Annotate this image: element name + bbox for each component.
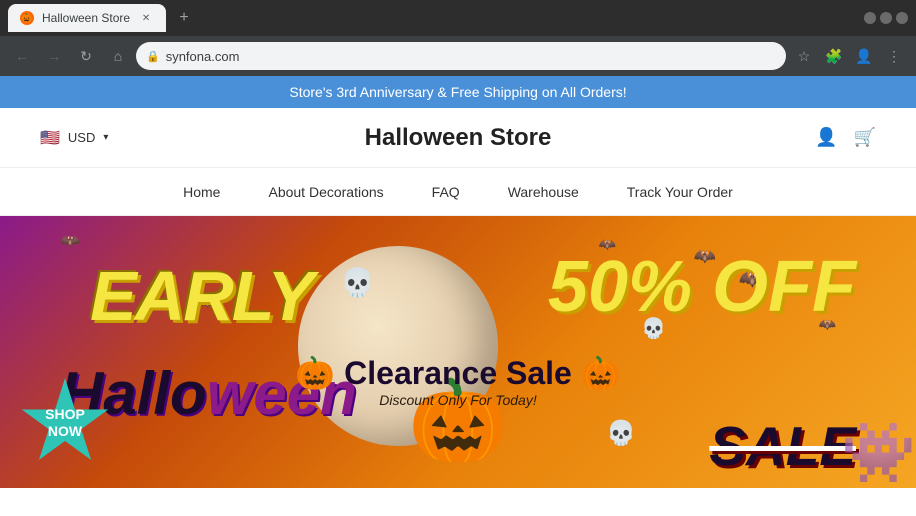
shop-now-text: SHOPNOW [45, 406, 85, 440]
early-text: EARLY [90, 256, 312, 336]
address-bar[interactable]: 🔒 synfona.com [136, 42, 786, 70]
menu-button[interactable]: ⋮ [880, 42, 908, 70]
sale-text: SALE [709, 414, 856, 478]
browser-chrome: 🎃 Halloween Store ✕ + ← → ↻ ⌂ 🔒 synfona.… [0, 0, 916, 76]
announcement-bar: Store's 3rd Anniversary & Free Shipping … [0, 76, 916, 108]
maximize-button[interactable] [880, 12, 892, 24]
bookmark-button[interactable]: ☆ [790, 42, 818, 70]
site-header: 🇺🇸 USD ▾ Halloween Store 👤 🛒 [0, 108, 916, 168]
bat-decoration-4: 🦇 [60, 231, 80, 251]
tab-bar: 🎃 Halloween Store ✕ + [0, 0, 916, 36]
tab-title: Halloween Store [42, 11, 130, 25]
page-content: Store's 3rd Anniversary & Free Shipping … [0, 76, 916, 516]
back-button[interactable]: ← [8, 42, 36, 70]
nav-warehouse[interactable]: Warehouse [508, 184, 579, 200]
active-tab[interactable]: 🎃 Halloween Store ✕ [8, 4, 166, 32]
tab-group: 🎃 Halloween Store ✕ [8, 4, 166, 32]
account-icon[interactable]: 👤 [815, 127, 837, 148]
clearance-title: 🎃 Clearance Sale 🎃 [295, 354, 620, 392]
currency-flag-icon: 🇺🇸 [40, 128, 60, 148]
close-button[interactable] [896, 12, 908, 24]
nav-track-order[interactable]: Track Your Order [627, 184, 733, 200]
reload-button[interactable]: ↻ [72, 42, 100, 70]
nav-about-decorations[interactable]: About Decorations [268, 184, 383, 200]
new-tab-button[interactable]: + [170, 4, 198, 32]
announcement-text: Store's 3rd Anniversary & Free Shipping … [289, 84, 626, 100]
currency-code: USD [68, 130, 95, 145]
nav-faq[interactable]: FAQ [432, 184, 460, 200]
home-button[interactable]: ⌂ [104, 42, 132, 70]
forward-button[interactable]: → [40, 42, 68, 70]
header-actions: 👤 🛒 [776, 127, 876, 148]
hero-banner: 🦇 🦇 🦇 🦇 🦇 🦇 EARLY 50% OFF Halloween SALE… [0, 216, 916, 488]
nav-home[interactable]: Home [183, 184, 220, 200]
currency-chevron-icon: ▾ [103, 132, 108, 143]
extensions-button[interactable]: 🧩 [820, 42, 848, 70]
profile-button[interactable]: 👤 [850, 42, 878, 70]
browser-actions: ☆ 🧩 👤 ⋮ [790, 42, 908, 70]
site-title: Halloween Store [140, 124, 776, 152]
skull-decoration-2: 💀 [606, 419, 636, 448]
skull-decoration-1: 💀 [340, 266, 375, 299]
clearance-overlay: 🎃 Clearance Sale 🎃 Discount Only For Tod… [295, 354, 620, 408]
fifty-off-text: 50% OFF [548, 246, 856, 328]
browser-controls: ← → ↻ ⌂ 🔒 synfona.com ☆ 🧩 👤 ⋮ [0, 36, 916, 76]
site-nav: Home About Decorations FAQ Warehouse Tra… [0, 168, 916, 216]
tab-close-button[interactable]: ✕ [138, 10, 154, 26]
clearance-subtitle: Discount Only For Today! [295, 392, 620, 408]
header-currency[interactable]: 🇺🇸 USD ▾ [40, 128, 140, 148]
skull-decoration-3: 💀 [641, 316, 666, 341]
cart-icon[interactable]: 🛒 [854, 127, 876, 148]
monster-decoration: 👾 [841, 417, 916, 488]
address-lock-icon: 🔒 [146, 50, 160, 63]
tab-favicon: 🎃 [20, 11, 34, 25]
address-text: synfona.com [166, 49, 776, 64]
minimize-button[interactable] [864, 12, 876, 24]
